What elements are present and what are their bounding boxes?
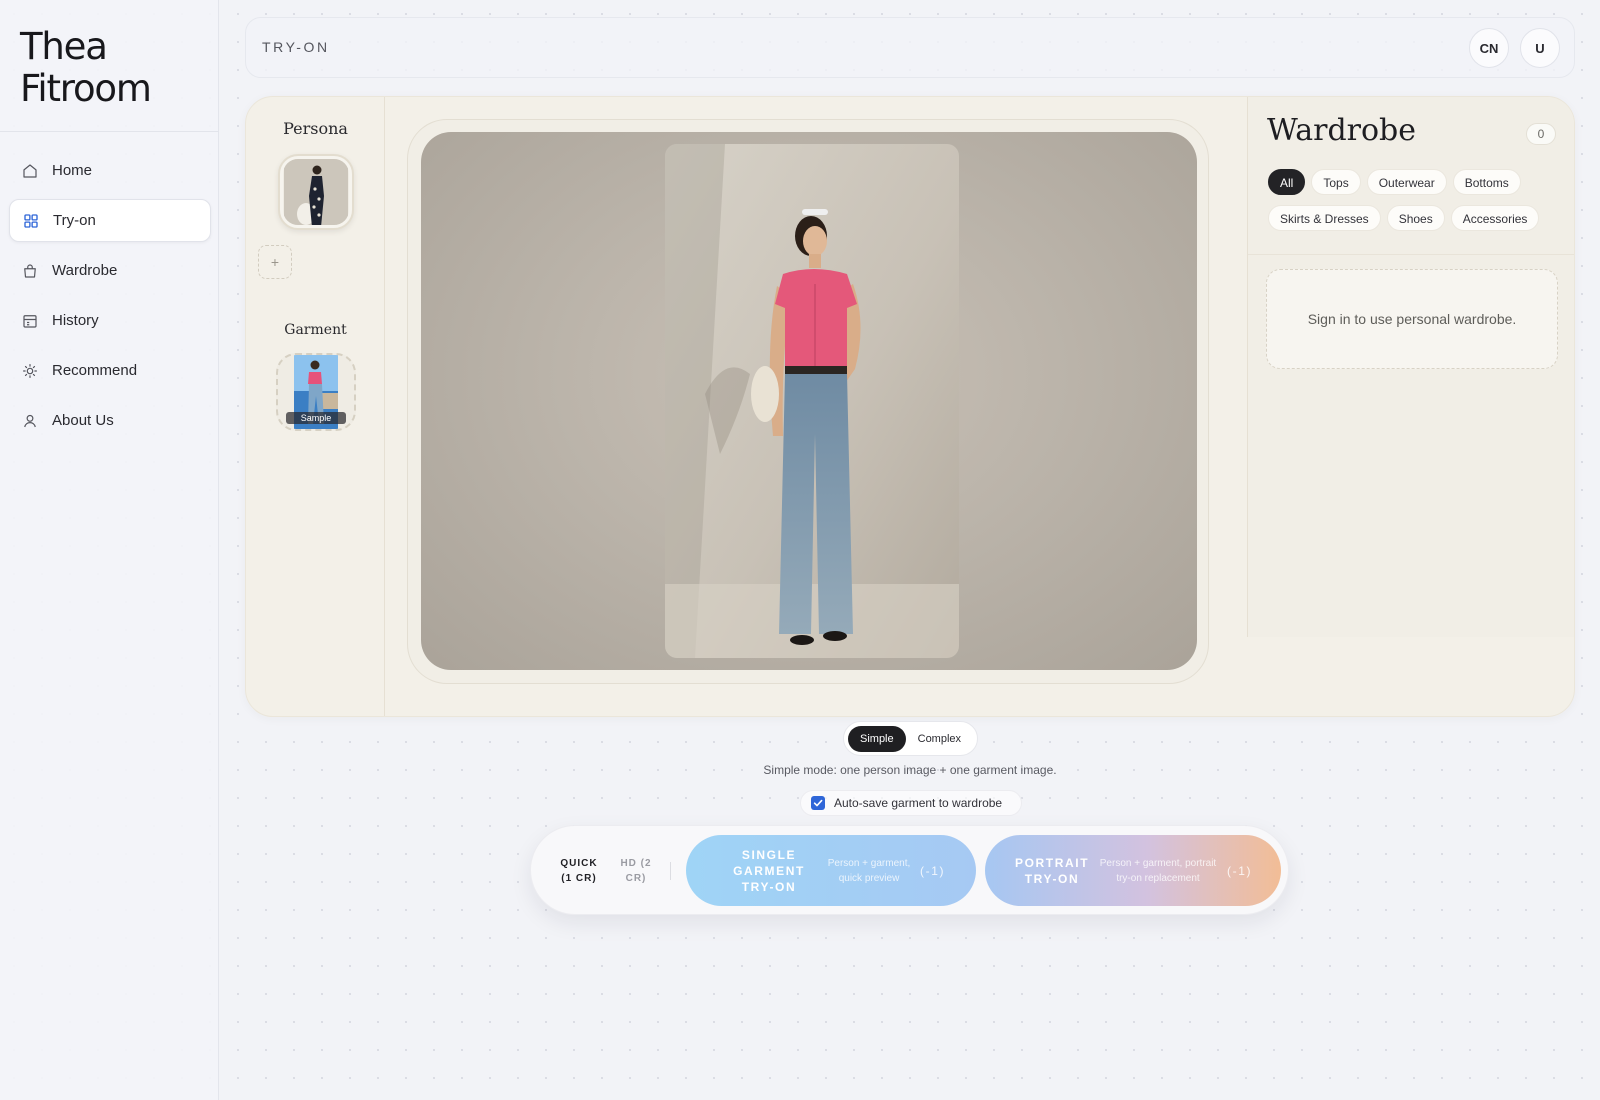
sidebar-divider bbox=[0, 131, 219, 132]
autosave-checkbox[interactable] bbox=[811, 796, 825, 810]
try-on-result-image bbox=[665, 144, 959, 658]
quality-quick-option[interactable]: QUICK (1 CR) bbox=[554, 856, 604, 886]
category-filters: All Tops Outerwear Bottoms Skirts & Dresses S… bbox=[1268, 169, 1568, 241]
sidebar-nav: Home Try-on Wardrobe History Recommend A… bbox=[9, 149, 211, 449]
language-button[interactable]: CN bbox=[1469, 28, 1509, 68]
portrait-try-on-label: PORTRAIT TRY-ON bbox=[1015, 855, 1090, 886]
top-bar: TRY-ON CN U bbox=[245, 17, 1575, 78]
category-chip-tops[interactable]: Tops bbox=[1311, 169, 1361, 195]
brand-logo-text: Thea Fitroom bbox=[20, 25, 152, 110]
sidebar-item-label: Try-on bbox=[53, 212, 96, 229]
sidebar-item-recommend[interactable]: Recommend bbox=[9, 349, 211, 392]
single-try-on-subtitle: Person + garment, quick preview bbox=[827, 857, 911, 884]
mode-hint: Simple mode: one person image + one garm… bbox=[763, 763, 1057, 777]
add-persona-button[interactable]: + bbox=[258, 245, 292, 279]
category-chip-all[interactable]: All bbox=[1268, 169, 1306, 195]
home-icon bbox=[21, 162, 39, 180]
sidebar-item-label: Wardrobe bbox=[52, 262, 118, 279]
portrait-try-on-button[interactable]: PORTRAIT TRY-ON Person + garment, portra… bbox=[985, 835, 1281, 906]
sun-icon bbox=[21, 362, 39, 380]
sidebar-item-history[interactable]: History bbox=[9, 299, 211, 342]
wardrobe-count-badge: 0 bbox=[1526, 123, 1556, 145]
sidebar-item-home[interactable]: Home bbox=[9, 149, 211, 192]
portrait-try-on-subtitle: Person + garment, portrait try-on replac… bbox=[1099, 857, 1217, 884]
portrait-try-on-cost: (-1) bbox=[1227, 863, 1253, 878]
persona-heading: Persona bbox=[283, 119, 348, 138]
sidebar-item-wardrobe[interactable]: Wardrobe bbox=[9, 249, 211, 292]
category-chip-accessories[interactable]: Accessories bbox=[1450, 205, 1540, 231]
bag-icon bbox=[21, 262, 39, 280]
preview-stage bbox=[421, 132, 1197, 670]
user-avatar-button[interactable]: U bbox=[1520, 28, 1560, 68]
mode-complex-button[interactable]: Complex bbox=[906, 726, 973, 752]
sidebar-item-label: Home bbox=[52, 162, 93, 179]
persona-image bbox=[283, 159, 349, 225]
wardrobe-divider bbox=[1248, 254, 1574, 255]
wardrobe-panel: Wardrobe 0 All Tops Outerwear Bottoms Skirts… bbox=[1247, 97, 1574, 637]
sidebar-item-label: About Us bbox=[52, 412, 114, 429]
category-chip-skirts-dresses[interactable]: Skirts & Dresses bbox=[1268, 205, 1381, 231]
category-chip-bottoms[interactable]: Bottoms bbox=[1452, 169, 1521, 195]
autosave-toggle[interactable]: Auto-save garment to wardrobe bbox=[800, 790, 1022, 816]
mode-simple-button[interactable]: Simple bbox=[848, 725, 906, 752]
sidebar-item-label: History bbox=[52, 312, 99, 329]
action-bar: QUICK (1 CR) HD (2 CR) SINGLE GARMENT TR… bbox=[530, 825, 1289, 915]
sidebar: Thea Fitroom Home Try-on Wardrobe Histor… bbox=[0, 0, 219, 1100]
single-try-on-label: SINGLE GARMENT TRY-ON bbox=[733, 847, 805, 894]
mode-toggle: Simple Complex bbox=[843, 721, 978, 756]
persona-thumbnail[interactable] bbox=[278, 154, 354, 230]
try-on-panel: Persona + Garment Sample Wardrobe 0 All … bbox=[245, 96, 1575, 717]
signin-message: Sign in to use personal wardrobe. bbox=[1307, 311, 1517, 327]
wardrobe-signin-prompt[interactable]: Sign in to use personal wardrobe. bbox=[1266, 269, 1558, 369]
user-icon bbox=[21, 412, 39, 430]
wardrobe-title: Wardrobe bbox=[1267, 113, 1417, 148]
single-try-on-cost: (-1) bbox=[920, 863, 946, 878]
garment-heading: Garment bbox=[284, 322, 347, 338]
grid-icon bbox=[22, 212, 40, 230]
sample-badge: Sample bbox=[286, 412, 346, 424]
category-chip-outerwear[interactable]: Outerwear bbox=[1366, 169, 1447, 195]
quality-hd-option[interactable]: HD (2 CR) bbox=[611, 856, 661, 886]
sidebar-item-label: Recommend bbox=[52, 362, 138, 379]
action-bar-separator bbox=[670, 862, 671, 880]
category-chip-shoes[interactable]: Shoes bbox=[1386, 205, 1445, 231]
page-title: TRY-ON bbox=[262, 39, 330, 55]
sidebar-item-about-us[interactable]: About Us bbox=[9, 399, 211, 442]
garment-thumbnail[interactable]: Sample bbox=[276, 353, 356, 431]
single-garment-try-on-button[interactable]: SINGLE GARMENT TRY-ON Person + garment, … bbox=[686, 835, 976, 906]
autosave-label: Auto-save garment to wardrobe bbox=[834, 796, 1003, 810]
calendar-icon bbox=[21, 312, 39, 330]
sidebar-item-try-on[interactable]: Try-on bbox=[9, 199, 211, 242]
check-icon bbox=[813, 799, 823, 807]
input-column: Persona + Garment Sample bbox=[246, 97, 385, 716]
preview-frame bbox=[407, 119, 1209, 684]
